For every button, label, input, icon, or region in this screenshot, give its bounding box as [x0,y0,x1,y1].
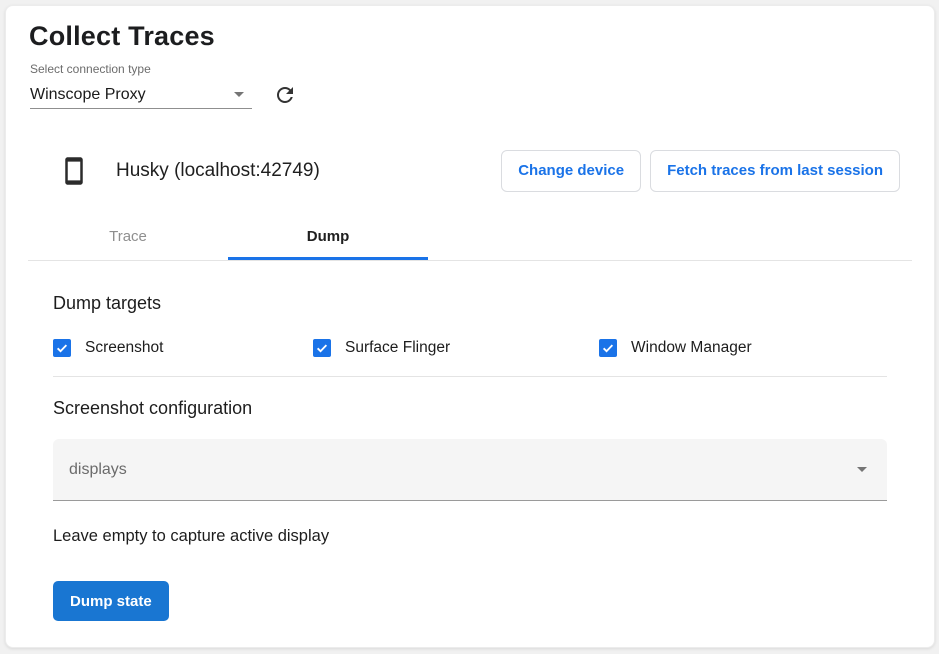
check-icon [55,341,69,355]
tab-bar: Trace Dump [28,212,912,260]
connection-type-label: Select connection type [30,62,912,76]
tab-trace-label: Trace [109,228,147,245]
arrow-drop-down-icon [857,467,867,472]
device-name: Husky (localhost:42749) [116,160,320,182]
dump-state-button[interactable]: Dump state [53,581,169,621]
connection-row: Winscope Proxy [30,79,912,111]
tabs-divider [28,260,912,261]
dump-targets-row: Screenshot Surface Flinger Window Manage… [53,339,887,376]
screenshot-checkbox-item[interactable]: Screenshot [53,339,313,357]
surface-flinger-checkbox-label: Surface Flinger [345,339,450,357]
refresh-icon [273,83,297,107]
connection-type-value: Winscope Proxy [30,86,146,104]
tab-dump-label: Dump [307,228,350,245]
device-actions: Change device Fetch traces from last ses… [501,150,900,192]
check-icon [601,341,615,355]
smartphone-icon [59,154,89,188]
screenshot-checkbox[interactable] [53,339,71,357]
displays-select-field[interactable]: displays [53,439,887,501]
surface-flinger-checkbox[interactable] [313,339,331,357]
tab-dump[interactable]: Dump [228,212,428,260]
displays-field-label: displays [69,461,127,479]
fetch-traces-button[interactable]: Fetch traces from last session [650,150,900,192]
dump-targets-title: Dump targets [53,293,887,314]
window-manager-checkbox[interactable] [599,339,617,357]
page-title: Collect Traces [29,21,912,52]
change-device-button[interactable]: Change device [501,150,641,192]
displays-hint-text: Leave empty to capture active display [53,527,887,546]
collect-traces-card: Collect Traces Select connection type Wi… [5,5,935,648]
refresh-connection-button[interactable] [269,79,301,111]
screenshot-checkbox-label: Screenshot [85,339,163,357]
dump-tab-content: Dump targets Screenshot Surface Flinger [28,293,912,621]
check-icon [315,341,329,355]
window-manager-checkbox-item[interactable]: Window Manager [599,339,752,357]
window-manager-checkbox-label: Window Manager [631,339,752,357]
connected-device-row: Husky (localhost:42749) Change device Fe… [28,147,912,194]
tab-trace[interactable]: Trace [28,212,228,260]
section-divider [53,376,887,377]
surface-flinger-checkbox-item[interactable]: Surface Flinger [313,339,599,357]
screenshot-config-title: Screenshot configuration [53,398,887,419]
arrow-drop-down-icon [234,92,244,97]
connection-type-select[interactable]: Winscope Proxy [30,81,252,109]
